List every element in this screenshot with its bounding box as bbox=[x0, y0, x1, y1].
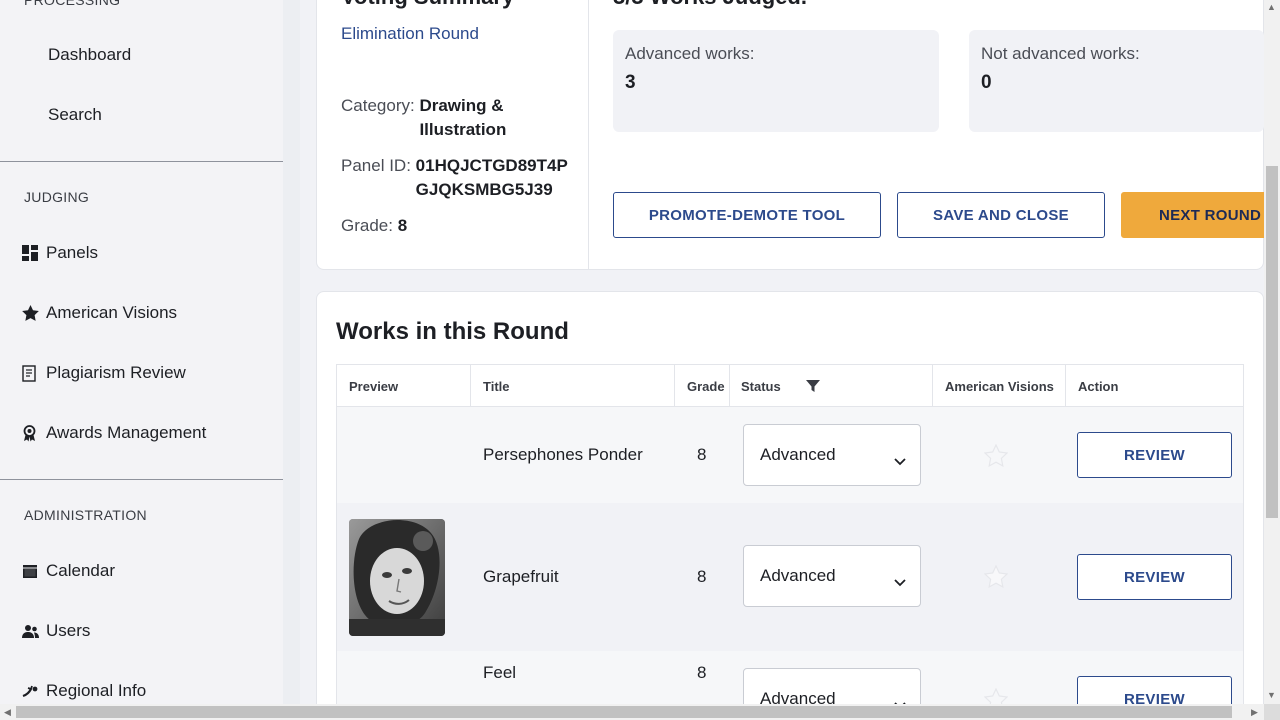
table-row: Grapefruit 8 Advanced REVIEW bbox=[337, 503, 1243, 651]
column-american-visions: American Visions bbox=[933, 365, 1066, 407]
scroll-left-arrow-icon[interactable]: ◀ bbox=[4, 707, 11, 717]
works-title: Works in this Round bbox=[336, 318, 569, 345]
american-visions-star-icon[interactable] bbox=[983, 564, 1009, 593]
summary-divider bbox=[588, 0, 589, 270]
sidebar-item-label: Regional Info bbox=[46, 681, 147, 700]
next-round-button[interactable]: NEXT ROUND bbox=[1121, 192, 1264, 238]
category-value: Drawing & Illustration bbox=[419, 94, 506, 142]
calendar-icon bbox=[22, 563, 46, 579]
sidebar-divider bbox=[0, 479, 283, 480]
work-grade: 8 bbox=[697, 445, 707, 464]
status-select-value: Advanced bbox=[760, 445, 836, 464]
users-icon bbox=[22, 624, 46, 639]
column-status[interactable]: Status bbox=[730, 365, 933, 407]
not-advanced-works-value: 0 bbox=[981, 72, 992, 93]
sidebar-gutter bbox=[283, 0, 300, 720]
star-icon bbox=[22, 305, 46, 321]
scroll-down-arrow-icon[interactable]: ▼ bbox=[1267, 690, 1276, 700]
works-judged-title: 3/3 Works Judged. bbox=[613, 0, 807, 10]
status-select-value: Advanced bbox=[760, 566, 836, 585]
document-icon bbox=[22, 364, 46, 382]
award-icon bbox=[22, 424, 46, 442]
works-table: Preview Title Grade Status American Visi… bbox=[336, 364, 1244, 720]
table-header: Preview Title Grade Status American Visi… bbox=[337, 364, 1243, 407]
sidebar-item-label: Plagiarism Review bbox=[46, 363, 186, 382]
sidebar-item-search[interactable]: Search bbox=[0, 93, 283, 137]
panel-id-label: Panel ID: bbox=[341, 156, 411, 175]
category-value-line1: Drawing & bbox=[419, 96, 504, 115]
filter-icon[interactable] bbox=[805, 379, 820, 393]
grade-label: Grade: bbox=[341, 216, 393, 235]
section-title-processing: PROCESSING bbox=[24, 0, 121, 8]
panel-id-meta: Panel ID: 01HQJCTGD89T4P GJQKSMBG5J39 bbox=[341, 154, 568, 202]
sidebar-item-label: Dashboard bbox=[48, 45, 132, 64]
column-preview: Preview bbox=[337, 365, 471, 407]
elimination-round-link[interactable]: Elimination Round bbox=[341, 24, 479, 44]
sidebar-item-label: Awards Management bbox=[46, 423, 207, 442]
scroll-up-arrow-icon[interactable]: ▲ bbox=[1267, 2, 1276, 12]
work-title: Persephones Ponder bbox=[483, 445, 643, 464]
sidebar-item-label: Calendar bbox=[46, 561, 115, 580]
grade-meta: Grade: 8 bbox=[341, 214, 407, 238]
promote-demote-tool-button[interactable]: PROMOTE-DEMOTE TOOL bbox=[613, 192, 881, 238]
advanced-works-label: Advanced works: bbox=[625, 44, 755, 63]
sidebar-item-awards-management[interactable]: Awards Management bbox=[0, 411, 283, 455]
status-select[interactable]: Advanced bbox=[743, 424, 921, 486]
american-visions-star-icon[interactable] bbox=[983, 443, 1009, 472]
column-title: Title bbox=[471, 365, 675, 407]
sidebar-item-label: Search bbox=[48, 105, 102, 124]
vertical-scrollbar-thumb[interactable] bbox=[1266, 166, 1278, 518]
scroll-right-arrow-icon[interactable]: ▶ bbox=[1251, 707, 1258, 717]
column-grade: Grade bbox=[675, 365, 730, 407]
work-title: Feel bbox=[483, 663, 517, 682]
panel-id-line2: GJQKSMBG5J39 bbox=[415, 180, 553, 199]
sidebar-item-label: American Visions bbox=[46, 303, 178, 322]
table-row: Persephones Ponder 8 Advanced REVIEW bbox=[337, 407, 1243, 503]
sidebar-item-users[interactable]: Users bbox=[0, 609, 283, 653]
sidebar-divider bbox=[0, 161, 283, 162]
work-title: Grapefruit bbox=[483, 567, 559, 586]
regional-icon bbox=[22, 684, 46, 698]
section-title-administration: ADMINISTRATION bbox=[24, 507, 147, 523]
voting-summary-title: Voting Summary bbox=[341, 0, 514, 10]
not-advanced-works-box: Not advanced works: 0 bbox=[969, 30, 1264, 132]
advanced-works-box: Advanced works: 3 bbox=[613, 30, 939, 132]
chevron-down-icon bbox=[894, 572, 906, 592]
grid-icon bbox=[22, 245, 46, 261]
sidebar-item-panels[interactable]: Panels bbox=[0, 231, 283, 275]
sidebar-item-american-visions[interactable]: American Visions bbox=[0, 291, 283, 335]
advanced-works-value: 3 bbox=[625, 72, 636, 93]
review-button[interactable]: REVIEW bbox=[1077, 432, 1232, 478]
sidebar-item-label: Panels bbox=[46, 243, 98, 262]
not-advanced-works-label: Not advanced works: bbox=[981, 44, 1140, 63]
review-button[interactable]: REVIEW bbox=[1077, 554, 1232, 600]
section-title-judging: JUDGING bbox=[24, 189, 90, 205]
status-select[interactable]: Advanced bbox=[743, 545, 921, 607]
column-status-label: Status bbox=[741, 378, 781, 394]
artwork-preview-thumbnail[interactable] bbox=[349, 519, 445, 636]
sidebar-item-dashboard[interactable]: Dashboard bbox=[0, 33, 283, 77]
sidebar: PROCESSING Dashboard Search JUDGING Pane… bbox=[0, 0, 283, 720]
chevron-down-icon bbox=[894, 451, 906, 471]
panel-id-value: 01HQJCTGD89T4P GJQKSMBG5J39 bbox=[416, 154, 568, 202]
sidebar-item-plagiarism-review[interactable]: Plagiarism Review bbox=[0, 351, 283, 395]
grade-value: 8 bbox=[397, 216, 408, 235]
save-and-close-button[interactable]: SAVE AND CLOSE bbox=[897, 192, 1105, 238]
category-label: Category: bbox=[341, 96, 415, 115]
category-meta: Category: Drawing & Illustration bbox=[341, 94, 506, 142]
sidebar-item-label: Users bbox=[46, 621, 91, 640]
work-grade: 8 bbox=[697, 567, 707, 586]
column-action: Action bbox=[1078, 378, 1119, 394]
scrollbar-corner bbox=[1264, 704, 1280, 720]
work-grade: 8 bbox=[697, 663, 707, 682]
category-value-line2: Illustration bbox=[419, 120, 507, 139]
panel-id-line1: 01HQJCTGD89T4P bbox=[415, 156, 568, 175]
horizontal-scrollbar-thumb[interactable] bbox=[16, 706, 1232, 718]
sidebar-item-calendar[interactable]: Calendar bbox=[0, 549, 283, 593]
